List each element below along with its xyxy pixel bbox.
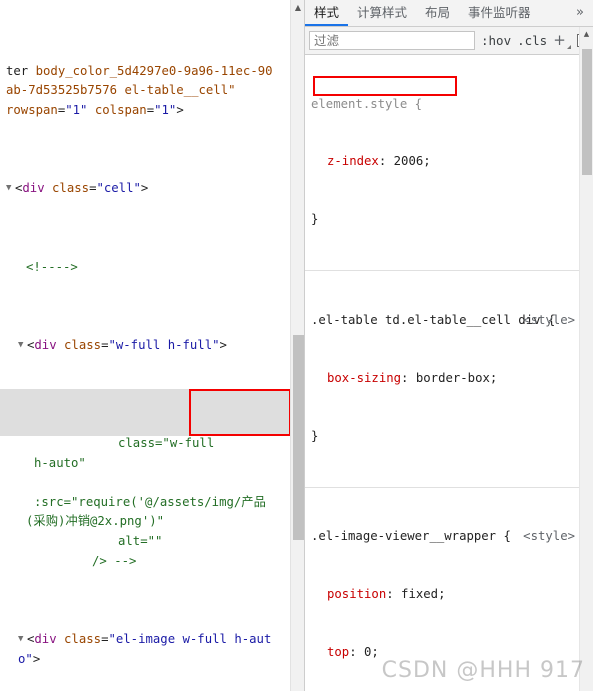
dom-line-comment[interactable]: <!----> (0, 258, 276, 278)
styles-tabbar[interactable]: 样式 计算样式 布局 事件监听器 » (305, 0, 593, 27)
tab-event-listeners[interactable]: 事件监听器 (459, 0, 540, 26)
property-value[interactable]: 0; (364, 645, 379, 659)
property-name[interactable]: box-sizing (327, 371, 401, 385)
filter-input[interactable] (309, 31, 475, 50)
dom-line[interactable]: ter body_color_5d4297e0-9a96-11ec-90ab-7… (0, 62, 276, 121)
scroll-up-arrow-icon[interactable]: ▲ (580, 27, 593, 41)
expand-twisty-icon[interactable] (18, 336, 27, 356)
new-style-rule-button[interactable]: + (553, 33, 571, 49)
panel-divider[interactable] (304, 0, 305, 691)
dom-line[interactable]: <div class="el-image w-full h-auto"> (0, 630, 276, 669)
expand-twisty-icon[interactable] (6, 179, 15, 199)
styles-panel-scrollbar[interactable]: ▲ (579, 27, 593, 691)
tab-computed[interactable]: 计算样式 (348, 0, 416, 26)
rule-origin[interactable]: <style> (523, 527, 575, 546)
dom-line-comment[interactable]: <!-- <imgclass="w-fullh-auto":src="requi… (0, 414, 276, 571)
devtools-window: ter body_color_5d4297e0-9a96-11ec-90ab-7… (0, 0, 593, 691)
style-rule-image-viewer-wrapper[interactable]: .el-image-viewer__wrapper { <style> posit… (305, 488, 593, 691)
dom-line[interactable]: <div class="cell"> (0, 179, 276, 199)
dom-line[interactable]: <div class="w-full h-full"> (0, 336, 276, 356)
dom-tree-code[interactable]: ter body_color_5d4297e0-9a96-11ec-90ab-7… (0, 0, 276, 691)
dom-tree-scrollbar-thumb[interactable] (293, 335, 304, 540)
style-rule-el-table-cell[interactable]: .el-table td.el-table__cell div {<style>… (305, 271, 593, 488)
rule-origin[interactable]: <style> (523, 311, 575, 330)
styles-filter-bar[interactable]: :hov .cls + (305, 27, 593, 55)
dom-tree-scrollbar[interactable]: ▲ (290, 0, 305, 691)
rule-close-brace: } (311, 428, 319, 443)
tabs-overflow-icon[interactable]: » (567, 0, 593, 26)
rule-selector[interactable]: .el-table td.el-table__cell div { (311, 313, 555, 327)
tab-styles[interactable]: 样式 (305, 0, 348, 26)
property-name[interactable]: top (327, 645, 349, 659)
cls-button[interactable]: .cls (517, 33, 547, 48)
property-value[interactable]: 2006; (394, 154, 431, 168)
property-value[interactable]: fixed; (401, 587, 445, 601)
style-rule-element-style[interactable]: element.style { z-index: 2006; } (305, 55, 593, 272)
hov-button[interactable]: :hov (481, 33, 511, 48)
scroll-up-arrow-icon[interactable]: ▲ (291, 0, 305, 15)
property-name[interactable]: z-index (327, 154, 379, 168)
selected-node-highlight-band (0, 389, 291, 436)
property-value[interactable]: border-box; (416, 371, 497, 385)
rule-selector[interactable]: .el-image-viewer__wrapper { (311, 529, 511, 543)
styles-panel: 样式 计算样式 布局 事件监听器 » :hov .cls + element.s… (305, 0, 593, 691)
expand-twisty-icon[interactable] (18, 630, 27, 650)
styles-scrollbar-thumb[interactable] (582, 49, 592, 175)
rule-close-brace: } (311, 212, 319, 227)
tab-layout[interactable]: 布局 (416, 0, 459, 26)
rule-selector: element.style { (311, 96, 423, 111)
dom-tree-panel[interactable]: ter body_color_5d4297e0-9a96-11ec-90ab-7… (0, 0, 305, 691)
property-name[interactable]: position (327, 587, 386, 601)
styles-rules-list[interactable]: element.style { z-index: 2006; } .el-tab… (305, 55, 593, 691)
